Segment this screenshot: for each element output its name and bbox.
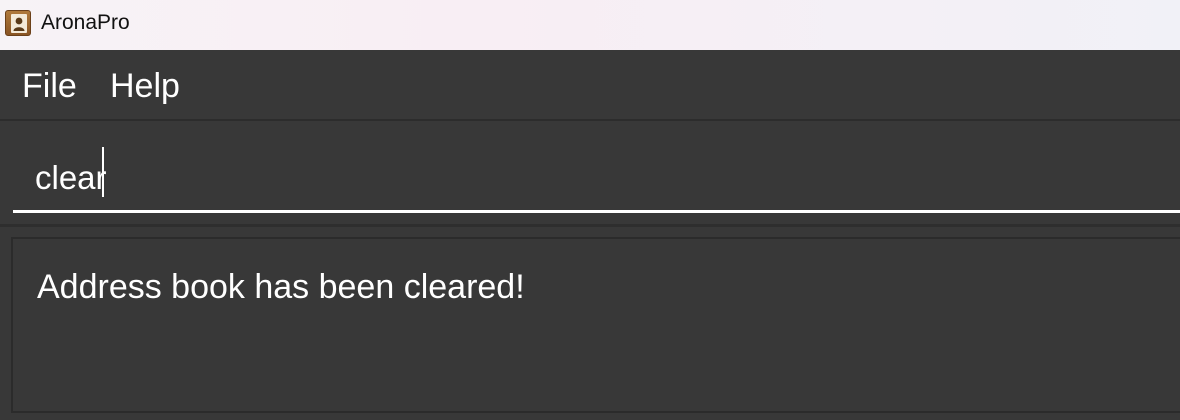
address-book-icon xyxy=(5,10,31,36)
menu-bar: File Help xyxy=(0,50,1180,121)
menu-file[interactable]: File xyxy=(22,66,77,106)
menu-help[interactable]: Help xyxy=(110,66,180,106)
result-display-container: Address book has been cleared! xyxy=(0,227,1180,420)
command-input[interactable] xyxy=(13,145,1180,213)
result-message: Address book has been cleared! xyxy=(37,268,525,306)
result-display: Address book has been cleared! xyxy=(11,237,1180,413)
command-box-container xyxy=(0,121,1180,227)
window-title: AronaPro xyxy=(41,11,130,34)
text-cursor xyxy=(102,147,104,197)
title-bar: AronaPro xyxy=(0,0,1180,50)
